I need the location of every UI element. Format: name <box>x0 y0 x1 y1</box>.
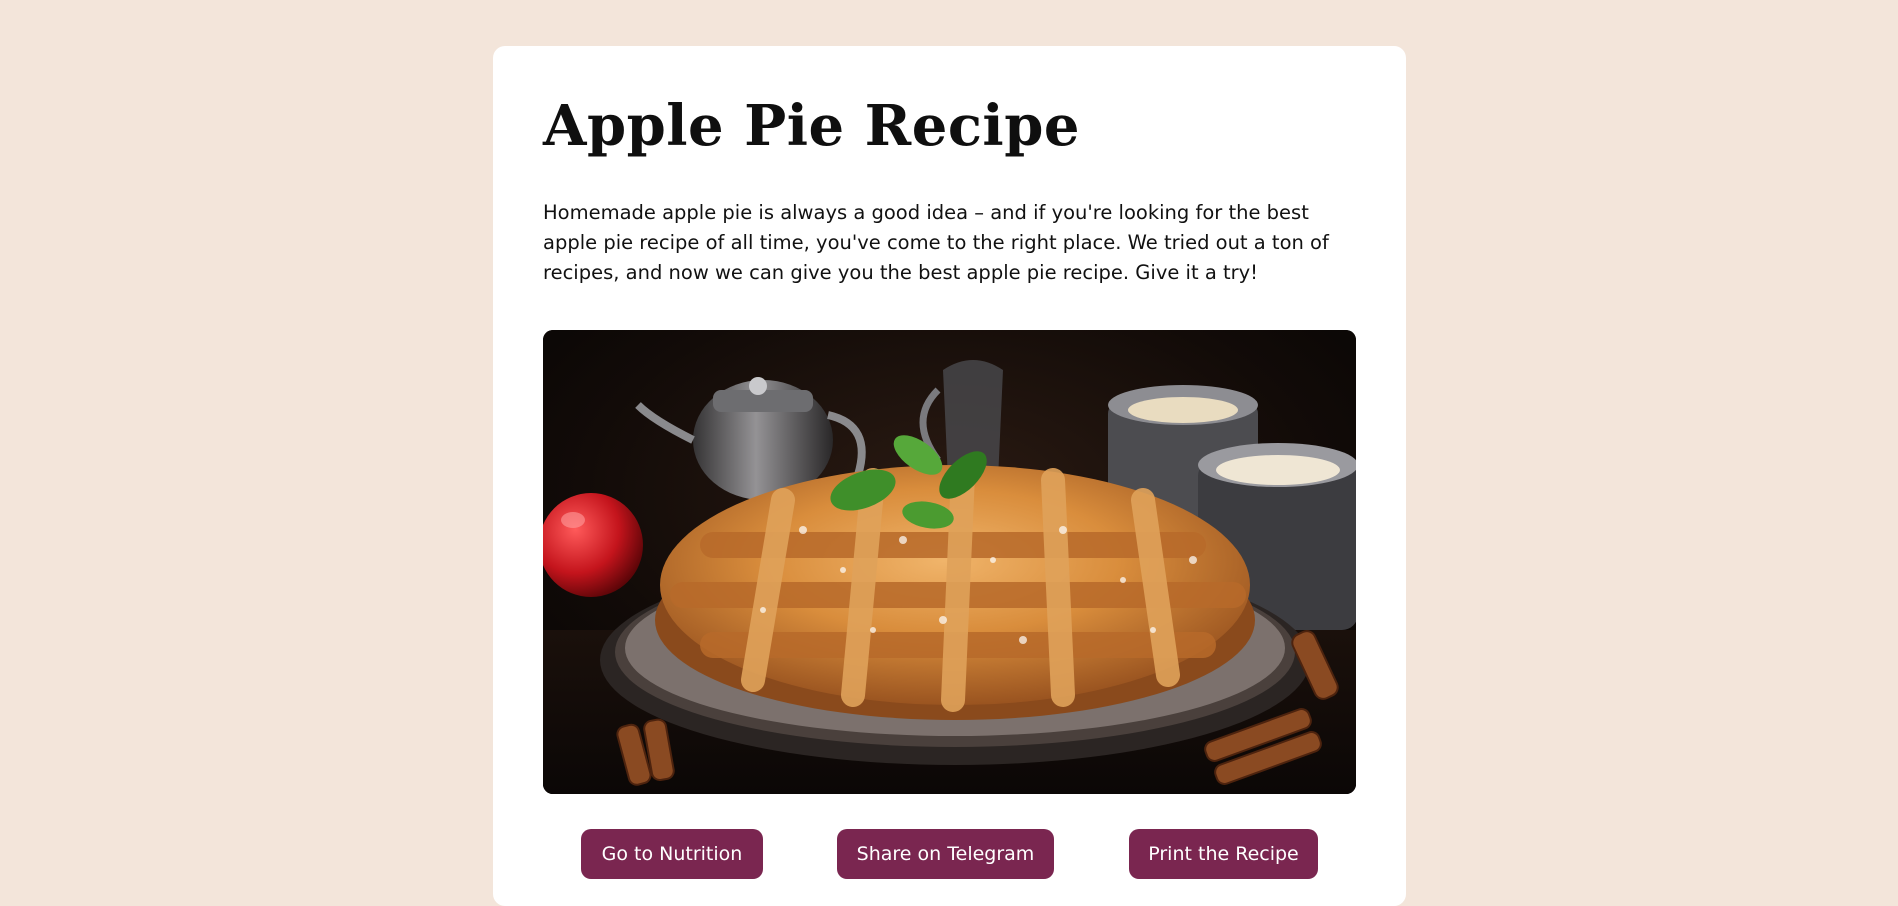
page-title: Apple Pie Recipe <box>543 93 1080 159</box>
go-to-nutrition-button[interactable]: Go to Nutrition <box>581 829 763 879</box>
print-recipe-button[interactable]: Print the Recipe <box>1129 829 1318 879</box>
recipe-actions: Go to Nutrition Share on Telegram Print … <box>493 829 1406 879</box>
recipe-card: Apple Pie Recipe Homemade apple pie is a… <box>493 46 1406 906</box>
share-on-telegram-button[interactable]: Share on Telegram <box>837 829 1054 879</box>
recipe-intro: Homemade apple pie is always a good idea… <box>543 201 1329 284</box>
apple-pie-image <box>543 330 1356 794</box>
apple-decor <box>543 493 643 597</box>
